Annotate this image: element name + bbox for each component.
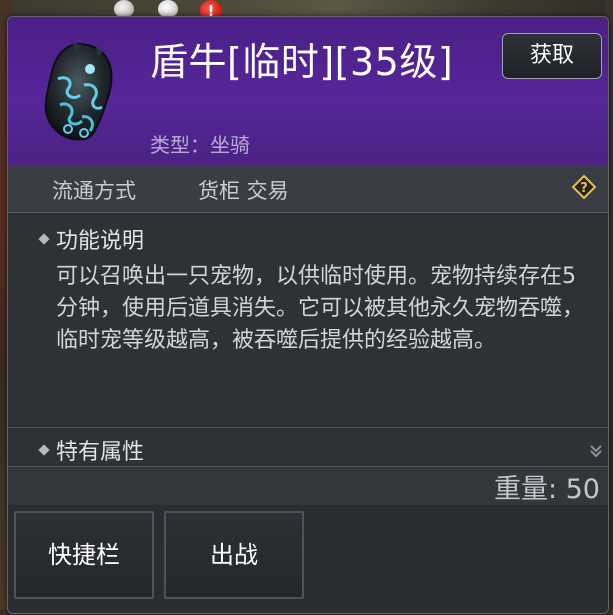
- diamond-bullet-icon: [38, 444, 50, 456]
- help-diamond-icon[interactable]: ?: [571, 174, 597, 200]
- description-title: 功能说明: [56, 229, 145, 254]
- item-type: 类型：坐骑: [150, 133, 250, 157]
- special-attributes-row[interactable]: 特有属性: [8, 433, 608, 467]
- beast-head-icon: [38, 39, 120, 143]
- special-attributes-title: 特有属性: [56, 440, 145, 465]
- shortcut-bar-button[interactable]: 快捷栏: [14, 511, 154, 599]
- weight-row: 重量: 50: [8, 467, 608, 505]
- diamond-bullet-icon: [38, 233, 50, 245]
- description-text: 可以召唤出一只宠物，以供临时使用。宠物持续存在5分钟，使用后道具消失。它可以被其…: [56, 264, 585, 353]
- item-header: 盾牛[临时][35级] 获取 类型：坐骑: [8, 17, 608, 165]
- svg-text:?: ?: [580, 181, 588, 196]
- action-bar: 快捷栏 出战: [8, 505, 608, 613]
- trade-method-label: 流通方式: [52, 179, 136, 203]
- double-chevron-down-icon[interactable]: [590, 443, 602, 459]
- item-tooltip-panel: 盾牛[临时][35级] 获取 类型：坐骑 流通方式 货柜 交易 ? 功能说明 可…: [7, 16, 609, 614]
- deploy-button[interactable]: 出战: [164, 511, 304, 599]
- trade-method-values: 货柜 交易: [198, 179, 289, 203]
- trade-method-row: 流通方式 货柜 交易 ?: [8, 165, 608, 213]
- section-divider: [8, 427, 608, 428]
- description-section: 功能说明 可以召唤出一只宠物，以供临时使用。宠物持续存在5分钟，使用后道具消失。…: [8, 213, 608, 433]
- obtain-button[interactable]: 获取: [502, 33, 602, 79]
- item-name: 盾牛[临时][35级]: [150, 40, 454, 84]
- weight-value: 重量: 50: [493, 474, 600, 505]
